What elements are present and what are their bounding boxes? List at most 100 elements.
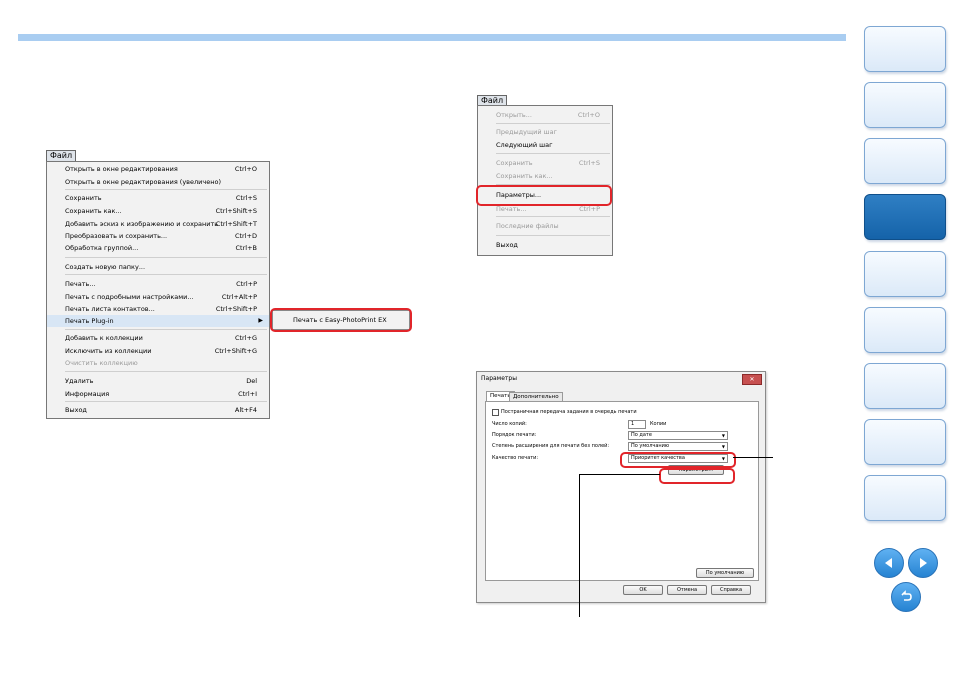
copies-label: Число копий: — [492, 421, 527, 427]
menu-item-shortcut: Del — [246, 377, 257, 385]
nav-tab-4-active[interactable] — [864, 194, 946, 240]
menu-separator — [65, 257, 267, 258]
close-icon[interactable]: ✕ — [742, 374, 762, 385]
menu-item-label: Информация — [65, 390, 110, 398]
menu-item[interactable]: Сохранить Ctrl+S — [478, 157, 612, 169]
menu-item[interactable]: Печать листа контактов... Ctrl+Shift+P — [47, 303, 269, 315]
nav-tab-2[interactable] — [864, 82, 946, 128]
menu-item-shortcut: Ctrl+Shift+G — [214, 347, 257, 355]
left-file-menu: Открыть в окне редактирования Ctrl+O Откры… — [46, 161, 270, 419]
menu-item[interactable]: Печать Plug-in ▶ — [47, 315, 269, 327]
menu-item-shortcut: Ctrl+D — [234, 232, 257, 240]
menu-item[interactable]: Сохранить как... — [478, 170, 612, 182]
menu-item[interactable]: Печать с подробными настройками... Ctrl+A… — [47, 291, 269, 303]
help-button[interactable]: Справка — [711, 585, 751, 595]
menu-item-shortcut: Ctrl+G — [234, 334, 257, 342]
nav-tab-5[interactable] — [864, 251, 946, 297]
return-icon — [901, 590, 912, 601]
defaults-button[interactable]: По умолчанию — [696, 568, 754, 578]
menu-item-label: Печать... — [65, 280, 96, 288]
menu-item[interactable]: Выход — [478, 239, 612, 251]
extension-select[interactable]: По умолчанию ▼ — [628, 442, 728, 451]
menu-separator — [496, 123, 610, 124]
menu-item[interactable]: Выход Alt+F4 — [47, 404, 269, 416]
parameters-dialog: Параметры ✕ Печать Дополнительно Постран… — [476, 371, 766, 603]
menu-separator — [65, 371, 267, 372]
menu-item[interactable]: Удалить Del — [47, 375, 269, 387]
menu-separator — [65, 329, 267, 330]
menu-item-label: Создать новую папку... — [65, 263, 146, 271]
print-settings-panel: Постраничная передача задания в очередь … — [485, 401, 759, 581]
menu-item-label: Обработка группой... — [65, 244, 139, 252]
menu-item-label: Печать Plug-in — [65, 317, 114, 325]
cancel-button[interactable]: Отмена — [667, 585, 707, 595]
menu-item-label: Очистить коллекцию — [65, 359, 138, 367]
menu-item-label: Печать с подробными настройками... — [65, 293, 194, 301]
menu-item[interactable]: Добавить эскиз к изображению и сохранить… — [47, 218, 269, 230]
menu-item-shortcut: Alt+F4 — [234, 406, 257, 414]
menu-item-label: Открыть в окне редактирования (увеличено… — [65, 178, 221, 186]
menu-item-label: Открыть в окне редактирования — [65, 165, 178, 173]
menu-item-shortcut: Ctrl+I — [238, 390, 257, 398]
menu-item[interactable]: Очистить коллекцию — [47, 357, 269, 369]
menu-item-label: Открыть... — [496, 111, 532, 119]
menu-item-shortcut: Ctrl+Shift+S — [215, 207, 257, 215]
menu-item-label: Добавить к коллекции — [65, 334, 143, 342]
callout-line-quality — [733, 457, 773, 458]
menu-item[interactable]: Открыть в окне редактирования Ctrl+O — [47, 163, 269, 175]
menu-item[interactable]: Сохранить как... Ctrl+Shift+S — [47, 205, 269, 217]
menu-item-label: Сохранить — [65, 194, 102, 202]
menu-item[interactable]: Обработка группой... Ctrl+B — [47, 242, 269, 254]
menu-item[interactable]: Исключить из коллекции Ctrl+Shift+G — [47, 345, 269, 357]
prev-page-button[interactable] — [874, 548, 904, 578]
callout-line-params-h — [579, 474, 660, 475]
nav-tab-9[interactable] — [864, 475, 946, 521]
menu-item[interactable]: Открыть в окне редактирования (увеличено… — [47, 176, 269, 188]
arrow-right-icon — [920, 558, 927, 568]
highlight-quality-select — [620, 452, 736, 468]
menu-item[interactable]: Последние файлы — [478, 220, 612, 232]
nav-tab-8[interactable] — [864, 419, 946, 465]
menu-item[interactable]: Информация Ctrl+I — [47, 388, 269, 400]
extension-label: Степень расширения для печати без полей: — [492, 443, 610, 449]
chevron-down-icon: ▼ — [721, 433, 725, 438]
right-file-menu: Открыть... Ctrl+O Предыдущий шаг Следующий … — [477, 105, 613, 256]
highlight-params-button — [659, 468, 735, 484]
menu-item-shortcut: Ctrl+Alt+P — [221, 293, 257, 301]
chevron-right-icon: ▶ — [258, 317, 263, 324]
top-accent-bar — [18, 34, 846, 41]
menu-item-label: Сохранить — [496, 159, 533, 167]
arrow-left-icon — [885, 558, 892, 568]
return-button[interactable] — [891, 582, 921, 612]
menu-item[interactable]: Преобразовать и сохранить... Ctrl+D — [47, 230, 269, 242]
nav-tab-1[interactable] — [864, 26, 946, 72]
order-select[interactable]: По дате ▼ — [628, 431, 728, 440]
nav-tab-7[interactable] — [864, 363, 946, 409]
order-value: По дате — [631, 432, 652, 438]
nav-tab-6[interactable] — [864, 307, 946, 353]
ok-button[interactable]: OK — [623, 585, 663, 595]
queue-checkbox-label: Постраничная передача задания в очередь … — [501, 409, 637, 415]
menu-item-shortcut: Ctrl+S — [578, 159, 600, 167]
queue-checkbox[interactable] — [492, 409, 499, 416]
menu-item[interactable]: Добавить к коллекции Ctrl+G — [47, 332, 269, 344]
menu-item-label: Предыдущий шаг — [496, 128, 557, 136]
callout-line-params-v — [579, 474, 580, 617]
menu-item[interactable]: Создать новую папку... — [47, 261, 269, 273]
copies-input[interactable]: 1 — [628, 420, 646, 429]
menu-item-shortcut: Ctrl+P — [236, 280, 257, 288]
menu-item-shortcut: Ctrl+Shift+T — [215, 220, 257, 228]
menu-item[interactable]: Предыдущий шаг — [478, 126, 612, 138]
menu-item-label: Сохранить как... — [496, 172, 553, 180]
menu-item[interactable]: Сохранить Ctrl+S — [47, 192, 269, 204]
menu-separator — [65, 189, 267, 190]
nav-tab-3[interactable] — [864, 138, 946, 184]
menu-item-label: Сохранить как... — [65, 207, 122, 215]
menu-separator — [496, 216, 610, 217]
menu-item[interactable]: Печать... Ctrl+P — [47, 278, 269, 290]
menu-item[interactable]: Следующий шаг — [478, 139, 612, 151]
next-page-button[interactable] — [908, 548, 938, 578]
menu-item-label: Выход — [496, 241, 518, 249]
menu-item-shortcut: Ctrl+Shift+P — [215, 305, 257, 313]
menu-item[interactable]: Открыть... Ctrl+O — [478, 109, 612, 121]
